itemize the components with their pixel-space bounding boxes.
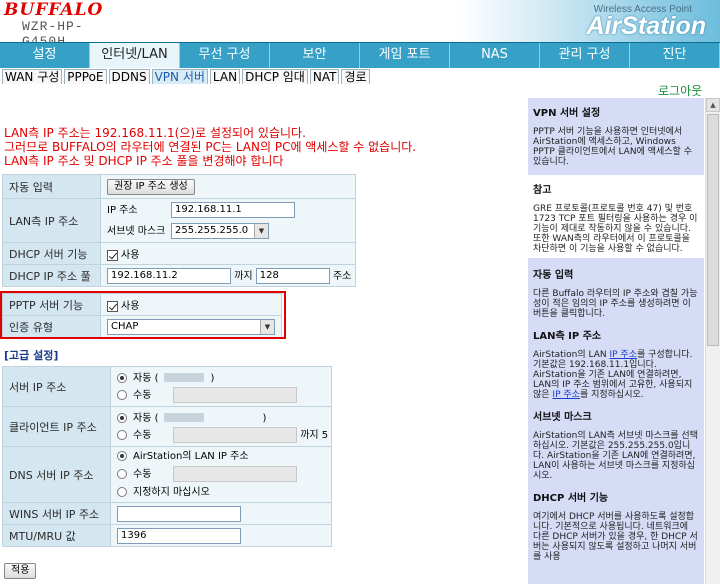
generate-ip-button[interactable]: 권장 IP 주소 생성 (107, 178, 195, 195)
lan-ip-label: LAN측 IP 주소 (2, 198, 101, 243)
client-ip-manual-radio[interactable] (117, 429, 127, 440)
dns-manual-label: 수동 (133, 468, 152, 480)
notice-line: LAN측 IP 주소는 192.168.11.1(으)로 설정되어 있습니다. (4, 126, 306, 140)
server-ip-label: 서버 IP 주소 (2, 366, 111, 407)
lan-settings-table: 자동 입력 권장 IP 주소 생성 LAN측 IP 주소 IP 주소 192.16… (2, 174, 356, 287)
client-ip-auto-radio[interactable] (117, 412, 127, 423)
scroll-thumb[interactable] (707, 114, 719, 346)
help-sidebar: VPN 서버 설정 PPTP 서버 기능을 사용하면 인터넷에서 AirStat… (528, 98, 704, 584)
help-intro: PPTP 서버 기능을 사용하면 인터넷에서 AirStation에 액세스하고… (533, 127, 692, 167)
ip-address-link[interactable]: IP 주소 (552, 390, 580, 400)
tab-wireless[interactable]: 무선 구성 (180, 43, 270, 68)
dns-airstation-label: AirStation의 LAN IP 주소 (133, 450, 249, 462)
wins-input[interactable] (117, 505, 241, 522)
help-lanip-title: LAN측 IP 주소 (533, 331, 602, 342)
client-ip-label: 클라이언트 IP 주소 (2, 406, 111, 447)
dhcp-server-checkbox[interactable] (107, 249, 118, 261)
main-nav: 설정 인터넷/LAN 무선 구성 보안 게임 포트 NAS 관리 구성 진단 (0, 42, 720, 68)
subnet-mask-select[interactable]: 255.255.255.0 ▼ (171, 222, 269, 239)
help-dhcp-title: DHCP 서버 기능 (533, 493, 609, 504)
tab-diagnostic[interactable]: 진단 (630, 43, 720, 68)
brand-name: BUFFALO (4, 0, 104, 20)
client-ip-input[interactable] (173, 426, 297, 443)
brand-logo: BUFFALO WZR-HP-G450H (4, 0, 124, 49)
mtu-label: MTU/MRU 값 (2, 524, 111, 547)
help-ref-text: GRE 프로토콜(프로토콜 번호 47) 및 번호 1723 TCP 포트 필터… (533, 204, 698, 254)
tab-admin[interactable]: 관리 구성 (540, 43, 630, 68)
client-ip-manual-label: 수동 (133, 429, 152, 441)
ip-address-link[interactable]: IP 주소 (609, 350, 637, 360)
subtab-nat[interactable]: NAT (309, 69, 340, 84)
dhcp-pool-start-input[interactable]: 192.168.11.2 (107, 268, 231, 284)
server-ip-manual-radio[interactable] (117, 389, 127, 400)
subnet-mask-value: 255.255.255.0 (175, 224, 249, 236)
server-ip-input[interactable] (173, 386, 297, 403)
help-lanip-text: AirStation의 LAN IP 주소를 구성합니다. 기본값은 192.1… (533, 350, 693, 400)
product-name: AirStation (586, 12, 706, 40)
dns-ip-input[interactable] (173, 465, 297, 482)
client-ip-until: 까지 5 (300, 429, 329, 441)
apply-button[interactable]: 적용 (4, 563, 37, 579)
tab-security[interactable]: 보안 (270, 43, 360, 68)
subtab-vpn-server[interactable]: VPN 서버 (151, 69, 208, 84)
dhcp-pool-to: 까지 (234, 271, 253, 282)
advanced-table: 서버 IP 주소 자동 () 수동 클라이언트 IP 주소 자동 () 수동 까… (2, 366, 332, 547)
dns-none-radio[interactable] (117, 486, 127, 497)
server-ip-manual-label: 수동 (133, 389, 152, 401)
ip-address-input[interactable]: 192.168.11.1 (171, 201, 295, 218)
subtab-pppoe[interactable]: PPPoE (64, 69, 107, 84)
help-auto-title: 자동 입력 (533, 270, 574, 281)
help-note: 참고 GRE 프로토콜(프로토콜 번호 47) 및 번호 1723 TCP 포트… (528, 175, 704, 258)
main-content: LAN측 IP 주소는 192.168.11.1(으)로 설정되어 있습니다. … (0, 100, 522, 584)
dns-label: DNS 서버 IP 주소 (2, 446, 111, 503)
subtab-dhcp-lease[interactable]: DHCP 임대 (242, 69, 308, 84)
help-ref-title: 참고 (533, 185, 552, 196)
subtab-route[interactable]: 경로 (341, 69, 370, 84)
warning-notice: LAN측 IP 주소는 192.168.11.1(으)로 설정되어 있습니다. … (4, 126, 524, 168)
dhcp-pool-unit: 주소 (332, 271, 352, 282)
notice-line: LAN측 IP 주소 및 DHCP IP 주소 풀을 변경해야 합니다 (4, 154, 284, 168)
subtab-ddns[interactable]: DDNS (108, 69, 150, 84)
dhcp-server-check-label: 사용 (121, 250, 140, 261)
wins-label: WINS 서버 IP 주소 (2, 502, 111, 525)
highlight-box (0, 291, 286, 339)
help-auto-text: 다른 Buffalo 라우터의 IP 주소와 겹칠 가능성이 적은 임의의 IP… (533, 289, 698, 319)
tab-nas[interactable]: NAS (450, 43, 540, 68)
sidebar-scrollbar[interactable]: ▲ (705, 98, 720, 584)
tab-internet-lan[interactable]: 인터넷/LAN (90, 43, 180, 68)
product-banner: Wireless Access Point AirStation (460, 0, 720, 42)
dns-airstation-radio[interactable] (117, 450, 127, 461)
help-subnet-title: 서브넷 마스크 (533, 412, 592, 423)
dhcp-pool-count-input[interactable]: 128 (255, 268, 330, 284)
help-title: VPN 서버 설정 (533, 108, 601, 119)
subtab-wan[interactable]: WAN 구성 (2, 69, 63, 84)
tab-setup[interactable]: 설정 (0, 43, 90, 68)
dns-none-label: 지정하지 마십시오 (133, 486, 210, 498)
help-dhcp-text: 여기에서 DHCP 서버를 사용하도록 설정합니다. 기본적으로 사용됩니다. … (533, 512, 698, 562)
help-subnet-text: AirStation의 LAN측 서브넷 마스크를 선택하십시오. 기본값은 2… (533, 431, 698, 481)
scroll-up-icon[interactable]: ▲ (706, 98, 720, 112)
tab-game-port[interactable]: 게임 포트 (360, 43, 450, 68)
client-ip-auto-label: 자동 ( (133, 412, 159, 424)
notice-line: 그러므로 BUFFALO의 라우터에 연결된 PC는 LAN의 PC에 액세스할… (4, 140, 417, 154)
ip-address-label: IP 주소 (107, 204, 138, 216)
subnet-mask-label: 서브넷 마스크 (107, 225, 166, 237)
dhcp-server-label: DHCP 서버 기능 (2, 242, 101, 265)
header: BUFFALO WZR-HP-G450H Wireless Access Poi… (0, 0, 720, 49)
chevron-down-icon: ▼ (254, 223, 268, 238)
mtu-input[interactable]: 1396 (117, 527, 241, 544)
sub-nav: WAN 구성 PPPoE DDNS VPN 서버 LAN DHCP 임대 NAT… (0, 68, 720, 84)
auto-input-label: 자동 입력 (2, 174, 101, 199)
logout-link[interactable]: 로그아웃 (658, 82, 702, 99)
redacted-value (164, 413, 205, 422)
server-ip-auto-label: 자동 ( (133, 372, 159, 384)
subtab-lan[interactable]: LAN (209, 69, 241, 84)
dns-manual-radio[interactable] (117, 468, 127, 479)
redacted-value (164, 373, 205, 382)
server-ip-auto-radio[interactable] (117, 372, 127, 383)
advanced-title: [고급 설정] (4, 349, 59, 362)
dhcp-pool-label: DHCP IP 주소 풀 (2, 264, 101, 287)
